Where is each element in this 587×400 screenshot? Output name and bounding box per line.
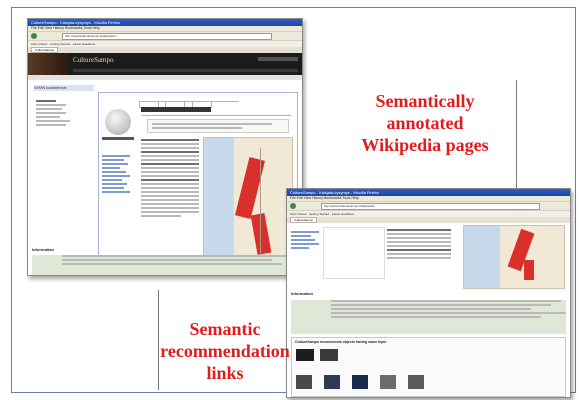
recommendation-heading: CultureSampo recommends objects having s… — [295, 340, 387, 344]
wikipedia-logo-icon — [105, 109, 131, 135]
bookmarks-bar: Most Visited · Getting Started · Latest … — [287, 210, 570, 217]
recommendation-thumbnail[interactable] — [296, 349, 314, 361]
site-logo: CultureSampo — [73, 56, 114, 64]
information-heading: Information — [32, 247, 54, 252]
recommendation-thumbnail[interactable] — [408, 375, 424, 389]
caption-recommendation-links: Semantic recommendation links — [160, 318, 290, 384]
map-image — [463, 225, 565, 289]
caption-line: links — [206, 363, 244, 383]
site-header: CultureSampo — [28, 53, 302, 75]
caption-line: recommendation — [160, 341, 290, 361]
window-titlebar: CultureSampo - Kaisjala-kysymys - Mozill… — [287, 189, 570, 196]
window-titlebar: CultureSampo - Kaisjala-kysymys - Mozill… — [28, 19, 302, 26]
caption-line: Semantic — [189, 319, 261, 339]
recommendation-thumbnail[interactable] — [352, 375, 368, 389]
recommendation-thumbnail[interactable] — [324, 375, 340, 389]
address-bar: http://www.kulttuurisampo.fi/wikipedia/.… — [321, 203, 540, 210]
bookmarks-bar: Most Visited · Getting Started · Latest … — [28, 40, 302, 47]
back-button-icon — [290, 203, 296, 209]
recommendation-thumbnail[interactable] — [380, 375, 396, 389]
back-button-icon — [31, 33, 37, 39]
navigation-toolbar: http://www.kulttuurisampo.fi/wikipedia/.… — [28, 31, 302, 40]
caption-line: Wikipedia pages — [361, 135, 489, 155]
caption-annotated-pages: Semantically annotated Wikipedia pages — [330, 90, 520, 156]
caption-line: annotated — [386, 113, 464, 133]
caption-separator — [158, 290, 159, 390]
recommendation-thumbnail[interactable] — [320, 349, 338, 361]
screenshot-wikipedia-page: CultureSampo - Kaisjala-kysymys - Mozill… — [27, 18, 303, 276]
address-bar: http://www.kulttuurisampo.fi/wikipedia/.… — [62, 33, 272, 40]
screenshot-recommendation-page: CultureSampo - Kaisjala-kysymys - Mozill… — [286, 188, 571, 398]
information-heading: Information — [291, 291, 313, 296]
recommendation-panel: CultureSampo recommends objects having s… — [291, 337, 566, 397]
navigation-toolbar: http://www.kulttuurisampo.fi/wikipedia/.… — [287, 201, 570, 210]
caption-line: Semantically — [375, 91, 475, 111]
recommendation-thumbnail[interactable] — [296, 375, 312, 389]
